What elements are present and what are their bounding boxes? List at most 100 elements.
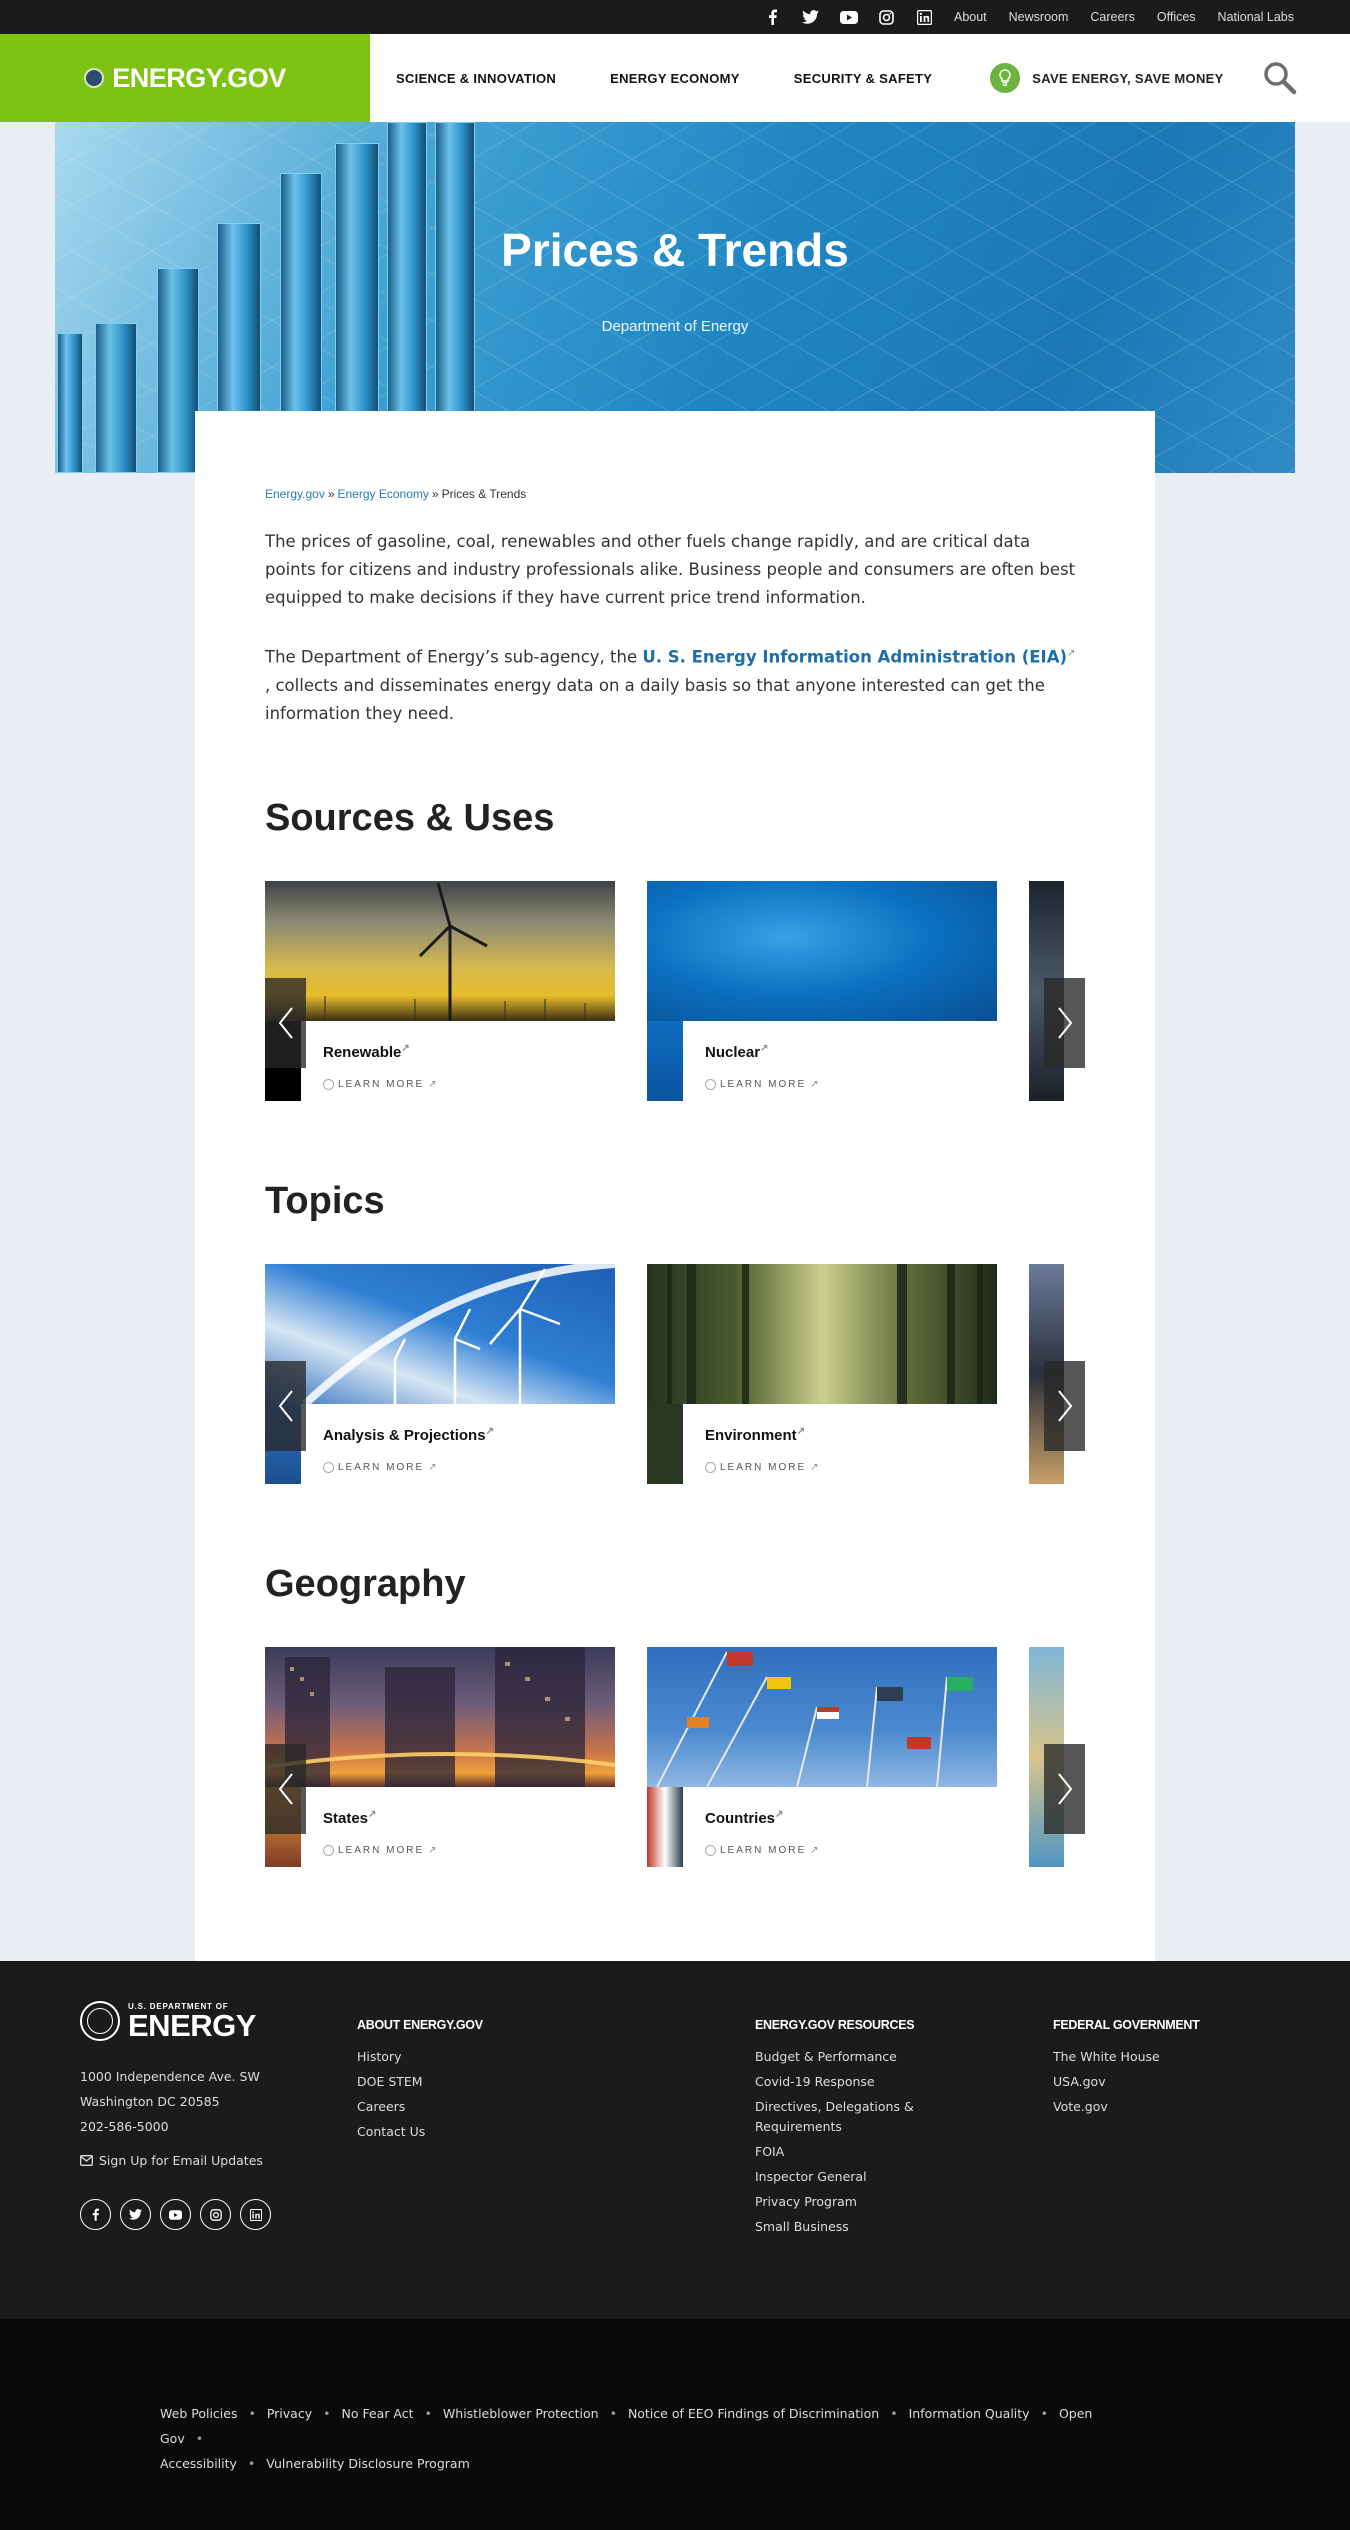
card-title-text: Nuclear	[705, 1044, 761, 1061]
twitter-icon[interactable]	[792, 9, 830, 25]
footer-link-careers[interactable]: Careers	[357, 2097, 577, 2117]
carousel-prev-button[interactable]	[265, 1361, 306, 1451]
footer-link-covid-19-response[interactable]: Covid-19 Response	[755, 2072, 935, 2092]
doe-seal-icon	[80, 2001, 120, 2041]
learn-more-link[interactable]: LEARN MORE ↗	[323, 1845, 439, 1856]
footer-link-white-house[interactable]: The White House	[1053, 2047, 1253, 2067]
utility-link-offices[interactable]: Offices	[1157, 10, 1196, 24]
footer-link-budget-performance[interactable]: Budget & Performance	[755, 2047, 935, 2067]
chevron-right-icon	[1057, 1390, 1072, 1422]
arrow-circle-icon	[705, 1462, 716, 1473]
utility-link-newsroom[interactable]: Newsroom	[1009, 10, 1069, 24]
footer-link-directives[interactable]: Directives, Delegations & Requirements	[755, 2097, 935, 2137]
learn-more-label: LEARN MORE	[338, 1845, 425, 1856]
learn-more-link[interactable]: LEARN MORE ↗	[705, 1462, 821, 1473]
eia-link[interactable]: U. S. Energy Information Administration …	[642, 648, 1067, 667]
card-states[interactable]: States↗ LEARN MORE ↗	[265, 1647, 615, 1867]
legal-link-accessibility[interactable]: Accessibility	[160, 2456, 237, 2471]
card-title-text: Analysis & Projections	[323, 1427, 486, 1444]
breadcrumb-current: Prices & Trends	[441, 487, 527, 501]
legal-link-web-policies[interactable]: Web Policies	[160, 2406, 237, 2421]
card-nuclear[interactable]: Nuclear↗ LEARN MORE ↗	[647, 881, 997, 1101]
card-analysis-projections[interactable]: Analysis & Projections↗ LEARN MORE ↗	[265, 1264, 615, 1484]
card-renewable[interactable]: Renewable↗ LEARN MORE ↗	[265, 881, 615, 1101]
card-title: Analysis & Projections↗	[323, 1426, 494, 1444]
card-title: Countries↗	[705, 1809, 783, 1827]
nav-energy-economy[interactable]: ENERGY ECONOMY	[610, 71, 740, 86]
facebook-icon[interactable]	[754, 9, 792, 25]
carousel-sources-uses: Renewable↗ LEARN MORE ↗ Nuclear↗ LEARN MO…	[265, 881, 1085, 1101]
legal-link-no-fear-act[interactable]: No Fear Act	[341, 2406, 413, 2421]
carousel-next-button[interactable]	[1044, 1744, 1085, 1834]
legal-link-vulnerability-disclosure[interactable]: Vulnerability Disclosure Program	[266, 2456, 469, 2471]
legal-link-information-quality[interactable]: Information Quality	[909, 2406, 1030, 2421]
section-title-geography: Geography	[265, 1563, 466, 1605]
linkedin-icon[interactable]	[906, 9, 944, 25]
twitter-icon[interactable]	[120, 2199, 151, 2230]
card-title-text: Renewable	[323, 1044, 402, 1061]
instagram-icon[interactable]	[200, 2199, 231, 2230]
card-title: Renewable↗	[323, 1043, 410, 1061]
save-energy-link[interactable]: SAVE ENERGY, SAVE MONEY	[990, 63, 1223, 93]
footer-link-privacy-program[interactable]: Privacy Program	[755, 2192, 935, 2212]
phone-number[interactable]: 202-586-5000	[80, 2114, 260, 2139]
learn-more-link[interactable]: LEARN MORE ↗	[705, 1845, 821, 1856]
card-image-wind-turbines-sunset	[265, 881, 615, 1021]
search-button[interactable]	[1262, 60, 1298, 96]
linkedin-icon[interactable]	[240, 2199, 271, 2230]
footer-link-inspector-general[interactable]: Inspector General	[755, 2167, 935, 2187]
nav-security-safety[interactable]: SECURITY & SAFETY	[794, 71, 933, 86]
intro-text-segment: The Department of Energy’s sub-agency, t…	[265, 647, 643, 667]
email-signup-link[interactable]: Sign Up for Email Updates	[80, 2153, 263, 2168]
arrow-circle-icon	[705, 1845, 716, 1856]
breadcrumb-link-energy-gov[interactable]: Energy.gov	[265, 487, 325, 501]
footer-logo-big: ENERGY	[128, 2007, 256, 2043]
footer-link-history[interactable]: History	[357, 2047, 577, 2067]
social-links	[754, 9, 944, 25]
youtube-icon[interactable]	[830, 9, 868, 25]
learn-more-link[interactable]: LEARN MORE ↗	[705, 1079, 821, 1090]
card-image-wind-turbines-sky	[265, 1264, 615, 1404]
learn-more-label: LEARN MORE	[338, 1462, 425, 1473]
legal-link-privacy[interactable]: Privacy	[267, 2406, 312, 2421]
footer-link-small-business[interactable]: Small Business	[755, 2217, 935, 2237]
card-image-city-skyline	[265, 1647, 615, 1787]
carousel-next-button[interactable]	[1044, 978, 1085, 1068]
legal-link-whistleblower[interactable]: Whistleblower Protection	[443, 2406, 599, 2421]
chevron-left-icon	[278, 1007, 293, 1039]
instagram-icon[interactable]	[868, 9, 906, 25]
utility-link-national-labs[interactable]: National Labs	[1218, 10, 1294, 24]
carousel-prev-button[interactable]	[265, 978, 306, 1068]
breadcrumb-link-energy-economy[interactable]: Energy Economy	[338, 487, 429, 501]
nav-science-innovation[interactable]: SCIENCE & INNOVATION	[396, 71, 556, 86]
utility-bar: About Newsroom Careers Offices National …	[0, 0, 1350, 34]
site-logo[interactable]: ENERGY.GOV	[0, 34, 370, 122]
legal-link-eeo-findings[interactable]: Notice of EEO Findings of Discrimination	[628, 2406, 879, 2421]
utility-link-about[interactable]: About	[954, 10, 987, 24]
carousel-next-button[interactable]	[1044, 1361, 1085, 1451]
address-line: Washington DC 20585	[80, 2094, 220, 2109]
utility-link-careers[interactable]: Careers	[1090, 10, 1134, 24]
learn-more-link[interactable]: LEARN MORE ↗	[323, 1079, 439, 1090]
card-panel: Nuclear↗ LEARN MORE ↗	[683, 1021, 997, 1101]
footer-link-contact-us[interactable]: Contact Us	[357, 2122, 577, 2142]
card-stripe	[647, 1021, 683, 1101]
youtube-icon[interactable]	[160, 2199, 191, 2230]
footer-logo[interactable]: U.S. DEPARTMENT OF ENERGY	[80, 2001, 256, 2041]
chevron-right-icon	[1057, 1007, 1072, 1039]
carousel-prev-button[interactable]	[265, 1744, 306, 1834]
card-environment[interactable]: Environment↗ LEARN MORE ↗	[647, 1264, 997, 1484]
facebook-icon[interactable]	[80, 2199, 111, 2230]
breadcrumb: Energy.gov» Energy Economy» Prices & Trend…	[265, 487, 526, 501]
breadcrumb-separator: »	[327, 487, 335, 501]
learn-more-link[interactable]: LEARN MORE ↗	[323, 1462, 439, 1473]
card-title: Nuclear↗	[705, 1043, 768, 1061]
footer-link-usa-gov[interactable]: USA.gov	[1053, 2072, 1253, 2092]
site-footer: U.S. DEPARTMENT OF ENERGY 1000 Independe…	[0, 1961, 1350, 2319]
card-panel: Environment↗ LEARN MORE ↗	[683, 1404, 997, 1484]
card-countries[interactable]: Countries↗ LEARN MORE ↗	[647, 1647, 997, 1867]
footer-link-doe-stem[interactable]: DOE STEM	[357, 2072, 577, 2092]
footer-link-foia[interactable]: FOIA	[755, 2142, 935, 2162]
footer-link-vote-gov[interactable]: Vote.gov	[1053, 2097, 1253, 2117]
card-title-text: States	[323, 1810, 369, 1827]
